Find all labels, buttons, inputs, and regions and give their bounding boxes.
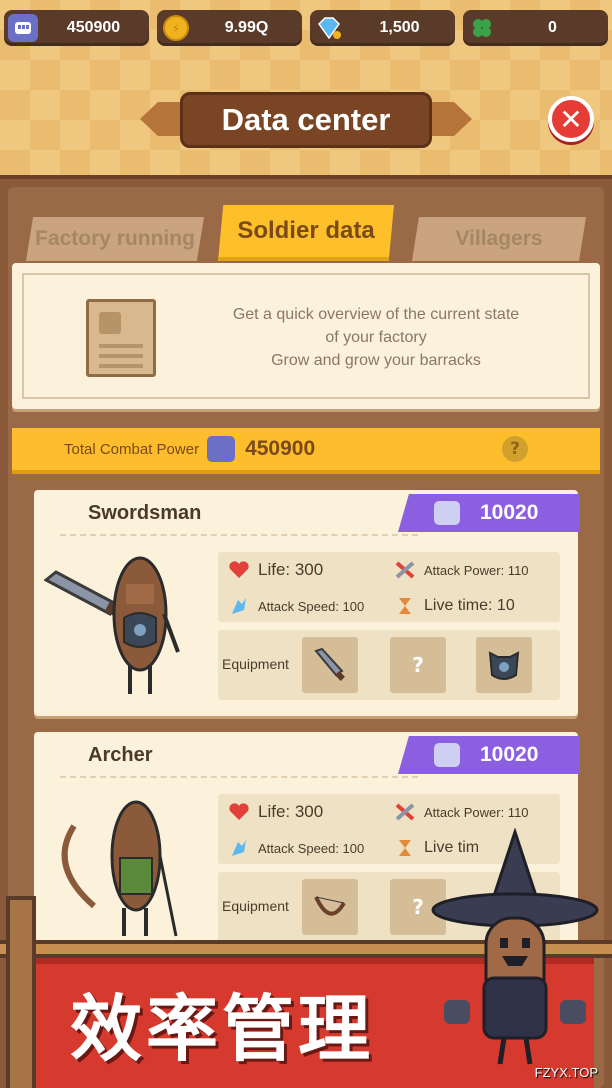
info-line: Get a quick overview of the current stat… [232, 306, 520, 323]
hourglass-icon [399, 598, 411, 614]
stat-live-time-text: Live time: 10 [424, 597, 515, 614]
fist-icon [434, 743, 460, 767]
stat-attack-power-text: Attack Power: 110 [424, 562, 529, 578]
wizard-character [431, 828, 599, 1065]
soldier-power-badge: 10020 [398, 736, 580, 774]
heart-icon [229, 561, 249, 578]
stat-attack-speed-text: Attack Speed: 100 [258, 840, 365, 856]
question-icon: ? [510, 439, 520, 459]
divider [60, 534, 418, 536]
resource-fist-value: 450900 [66, 19, 121, 36]
page-title: Data center [221, 102, 391, 137]
svg-text:⚡: ⚡ [171, 22, 180, 37]
watermark: FZYX.TOP [534, 1065, 598, 1080]
fist-icon [8, 14, 38, 42]
equipment-slot-empty[interactable]: ? [390, 637, 446, 693]
hourglass-icon [399, 840, 411, 856]
title-ribbon: Data center [140, 88, 472, 152]
help-button[interactable]: ? [502, 436, 528, 462]
tab-label: Factory running [35, 227, 195, 250]
total-combat-power-bar: Total Combat Power 450900 ? [12, 428, 600, 474]
question-icon: ? [412, 653, 424, 677]
clover-icon [467, 14, 497, 42]
resource-clover: 0 [463, 10, 608, 46]
banner-text: 效率管理 [70, 987, 375, 1071]
resource-clover-value: 0 [548, 19, 557, 36]
equipment-slot-sword[interactable] [302, 637, 358, 693]
document-icon [86, 299, 156, 377]
speed-icon [232, 840, 246, 856]
soldier-name: Swordsman [88, 502, 202, 524]
info-text: Get a quick overview of the current stat… [182, 303, 570, 372]
sword-icon [314, 647, 345, 681]
soldier-stats: Life: 300 Attack Power: 110 Attack Speed… [218, 552, 560, 622]
equipment-label: Equipment [222, 656, 289, 672]
stat-life: Life: 300 [228, 560, 323, 580]
heart-icon [229, 803, 249, 820]
tab-villagers[interactable]: Villagers [412, 217, 586, 261]
fist-icon [207, 436, 236, 462]
resource-fist: 450900 [4, 10, 149, 46]
divider [60, 776, 418, 778]
total-combat-power-value: 450900 [245, 437, 316, 460]
stat-life: Life: 300 [228, 802, 323, 822]
stat-attack-power-text: Attack Power: 110 [424, 804, 529, 820]
soldier-name: Archer [88, 744, 153, 766]
tab-soldier-data[interactable]: Soldier data [218, 205, 394, 261]
stat-attack-speed-text: Attack Speed: 100 [258, 598, 365, 614]
stat-life-text: Life: 300 [258, 560, 324, 579]
soldier-power-badge: 10020 [398, 494, 580, 532]
stat-attack-speed: Attack Speed: 100 [228, 838, 364, 858]
resource-gold-value: 9.99Q [224, 19, 269, 36]
close-button[interactable]: ✕ [548, 96, 594, 142]
equipment-row: Equipment ? [218, 630, 560, 700]
fist-icon [434, 501, 460, 525]
left-post [6, 896, 36, 1088]
close-icon: ✕ [559, 102, 583, 136]
stat-attack-speed: Attack Speed: 100 [228, 596, 364, 616]
info-line: Grow and grow your barracks [271, 352, 481, 369]
soldier-power-value: 10020 [480, 743, 539, 766]
total-combat-power-label: Total Combat Power [64, 440, 200, 458]
stat-attack-power: Attack Power: 110 [394, 560, 529, 580]
swordsman-figure [44, 556, 180, 694]
tab-bar: Factory running Villagers Soldier data [26, 205, 586, 261]
stat-life-text: Life: 300 [258, 802, 324, 821]
crossed-swords-icon [395, 803, 415, 821]
resource-diamond: 1,500 [310, 10, 455, 46]
equipment-slot-armor[interactable] [476, 637, 532, 693]
resource-diamond-value: 1,500 [379, 19, 420, 36]
soldier-card-swordsman: Swordsman 10020 Life: 300 Attack Power: … [34, 490, 580, 716]
shoulder-armor-icon [488, 651, 520, 680]
soldier-power-value: 10020 [480, 501, 539, 524]
resource-gold: ⚡ 9.99Q [157, 10, 302, 46]
stat-live-time: Live time: 10 [394, 596, 515, 616]
diamond-icon [314, 14, 344, 42]
crossed-swords-icon [395, 561, 415, 579]
ribbon-body: Data center [180, 92, 432, 148]
tab-label: Soldier data [237, 217, 375, 244]
info-card: Get a quick overview of the current stat… [12, 263, 600, 409]
tab-label: Villagers [455, 227, 543, 250]
speed-icon [232, 598, 246, 614]
stat-attack-power: Attack Power: 110 [394, 802, 529, 822]
info-line: of your factory [325, 329, 427, 346]
tab-factory-running[interactable]: Factory running [26, 217, 204, 261]
resource-bar: 450900 ⚡ 9.99Q 1,500 0 [4, 10, 608, 46]
gold-coin-icon: ⚡ [161, 14, 191, 42]
